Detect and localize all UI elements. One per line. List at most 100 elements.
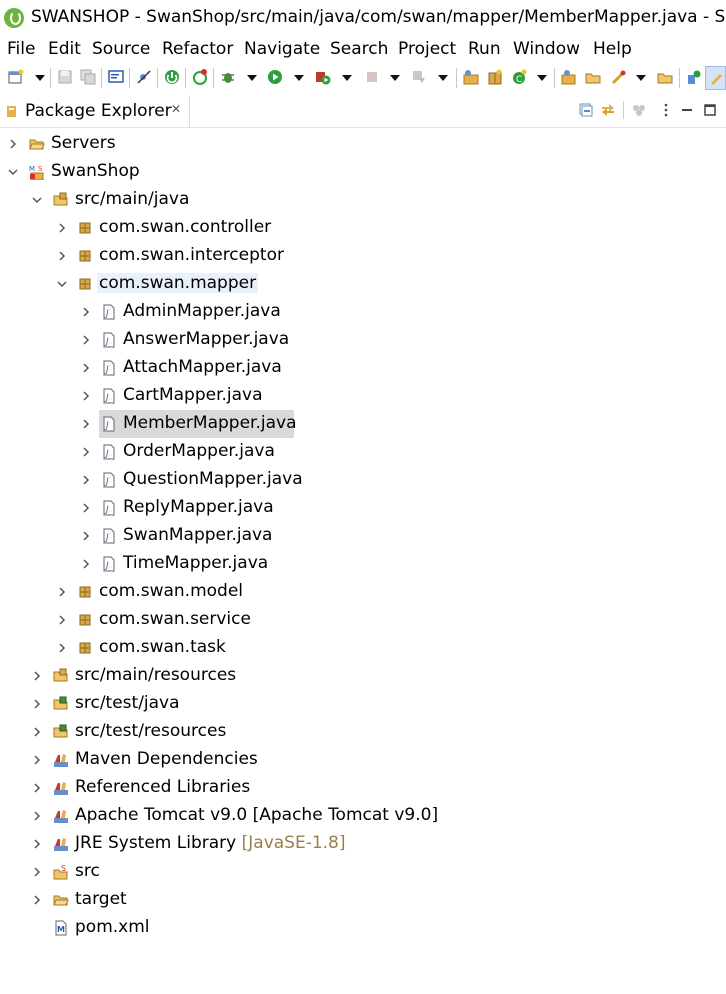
menu-window[interactable]: Window (513, 39, 580, 59)
new-dropdown-icon[interactable] (35, 75, 45, 81)
chevron-right-icon[interactable] (32, 839, 42, 849)
debug-icon[interactable] (220, 69, 236, 85)
focus-active-task-icon[interactable] (632, 103, 646, 117)
chevron-right-icon[interactable] (81, 503, 91, 513)
menu-help[interactable]: Help (593, 39, 632, 59)
tree-item-java-file[interactable]: J OrderMapper.java (0, 438, 726, 466)
open-task-icon[interactable] (585, 69, 601, 85)
tree-item-target-folder[interactable]: target (0, 886, 726, 914)
spring-refresh-icon[interactable] (192, 69, 208, 85)
stop-icon[interactable] (364, 69, 380, 85)
tree-item-package-service[interactable]: com.swan.service (0, 606, 726, 634)
open-type-icon[interactable] (561, 69, 577, 85)
skip-breakpoints-icon[interactable] (136, 69, 152, 85)
run-coverage-icon[interactable] (315, 69, 331, 85)
chevron-right-icon[interactable] (32, 867, 42, 877)
new-java-project-icon[interactable] (463, 69, 479, 85)
tree-item-java-file[interactable]: J CartMapper.java (0, 382, 726, 410)
tree-item-apache-tomcat[interactable]: Apache Tomcat v9.0 [Apache Tomcat v9.0] (0, 802, 726, 830)
tree-item-jre-system-library[interactable]: JRE System Library [JavaSE-1.8] (0, 830, 726, 858)
external-tools-icon[interactable] (411, 69, 427, 85)
search-dropdown-icon[interactable] (636, 75, 646, 81)
tree-item-src-test-java[interactable]: src/test/java (0, 690, 726, 718)
active-perspective-button[interactable] (705, 66, 726, 90)
save-all-icon[interactable] (80, 69, 96, 85)
menu-search[interactable]: Search (330, 39, 388, 59)
tree-item-servers[interactable]: Servers (0, 130, 726, 158)
tree-item-java-file[interactable]: J SwanMapper.java (0, 522, 726, 550)
new-icon[interactable] (8, 69, 24, 85)
chevron-right-icon[interactable] (57, 223, 67, 233)
menu-refactor[interactable]: Refactor (162, 39, 233, 59)
new-package-icon[interactable] (487, 69, 503, 85)
link-with-editor-icon[interactable] (601, 103, 615, 117)
collapse-all-icon[interactable] (579, 103, 593, 117)
chevron-right-icon[interactable] (8, 139, 18, 149)
view-menu-icon[interactable] (659, 103, 673, 117)
tree-item-java-file[interactable]: J AdminMapper.java (0, 298, 726, 326)
search-icon[interactable] (611, 69, 627, 85)
tree-item-package-mapper[interactable]: com.swan.mapper (0, 270, 726, 298)
menu-run[interactable]: Run (468, 39, 501, 59)
menu-edit[interactable]: Edit (48, 39, 81, 59)
chevron-right-icon[interactable] (57, 251, 67, 261)
tree-item-maven-dependencies[interactable]: Maven Dependencies (0, 746, 726, 774)
chevron-right-icon[interactable] (57, 615, 67, 625)
open-perspective-icon[interactable] (657, 69, 673, 85)
chevron-down-icon[interactable] (8, 167, 18, 177)
chevron-right-icon[interactable] (32, 727, 42, 737)
chevron-right-icon[interactable] (81, 531, 91, 541)
menu-source[interactable]: Source (92, 39, 150, 59)
new-class-dropdown-icon[interactable] (537, 75, 547, 81)
tree-item-java-file[interactable]: J AttachMapper.java (0, 354, 726, 382)
chevron-right-icon[interactable] (32, 671, 42, 681)
tree-item-java-file-selected[interactable]: J MemberMapper.java (0, 410, 726, 438)
chevron-right-icon[interactable] (32, 895, 42, 905)
tree-item-src-main-java[interactable]: src/main/java (0, 186, 726, 214)
maximize-icon[interactable] (703, 103, 717, 117)
chevron-right-icon[interactable] (81, 447, 91, 457)
chevron-down-icon[interactable] (57, 279, 67, 289)
chevron-right-icon[interactable] (81, 363, 91, 373)
chevron-right-icon[interactable] (32, 755, 42, 765)
debug-dropdown-icon[interactable] (247, 75, 257, 81)
chevron-right-icon[interactable] (32, 811, 42, 821)
minimize-icon[interactable] (680, 103, 694, 117)
menu-project[interactable]: Project (398, 39, 456, 59)
tree-item-src-test-resources[interactable]: src/test/resources (0, 718, 726, 746)
tree-item-package-controller[interactable]: com.swan.controller (0, 214, 726, 242)
tree-item-swanshop-project[interactable]: MS SwanShop (0, 158, 726, 186)
chevron-right-icon[interactable] (81, 307, 91, 317)
run-dropdown-icon[interactable] (294, 75, 304, 81)
tree-item-referenced-libraries[interactable]: Referenced Libraries (0, 774, 726, 802)
chevron-right-icon[interactable] (81, 335, 91, 345)
menu-navigate[interactable]: Navigate (244, 39, 320, 59)
save-icon[interactable] (57, 69, 73, 85)
new-class-icon[interactable]: C (511, 69, 527, 85)
tree-item-src-folder[interactable]: S src (0, 858, 726, 886)
chevron-right-icon[interactable] (32, 699, 42, 709)
chevron-right-icon[interactable] (57, 643, 67, 653)
tree-item-package-interceptor[interactable]: com.swan.interceptor (0, 242, 726, 270)
external-tools-dropdown-icon[interactable] (438, 75, 448, 81)
java-perspective-icon[interactable] (686, 69, 702, 85)
chevron-right-icon[interactable] (81, 475, 91, 485)
chevron-right-icon[interactable] (81, 559, 91, 569)
tree-item-java-file[interactable]: J AnswerMapper.java (0, 326, 726, 354)
menu-file[interactable]: File (7, 39, 35, 59)
chevron-right-icon[interactable] (32, 783, 42, 793)
tree-item-pom-xml[interactable]: M pom.xml (0, 914, 726, 942)
run-icon[interactable] (267, 69, 283, 85)
tree-item-src-main-resources[interactable]: src/main/resources (0, 662, 726, 690)
console-icon[interactable] (108, 69, 124, 85)
stop-dropdown-icon[interactable] (390, 75, 400, 81)
chevron-right-icon[interactable] (81, 391, 91, 401)
close-icon[interactable]: ✕ (171, 102, 181, 116)
chevron-down-icon[interactable] (32, 195, 42, 205)
tree-item-package-model[interactable]: com.swan.model (0, 578, 726, 606)
chevron-right-icon[interactable] (81, 419, 91, 429)
tree-item-java-file[interactable]: J TimeMapper.java (0, 550, 726, 578)
coverage-dropdown-icon[interactable] (342, 75, 352, 81)
terminate-icon[interactable] (164, 69, 180, 85)
package-explorer-tab[interactable]: Package Explorer ✕ (0, 95, 190, 127)
